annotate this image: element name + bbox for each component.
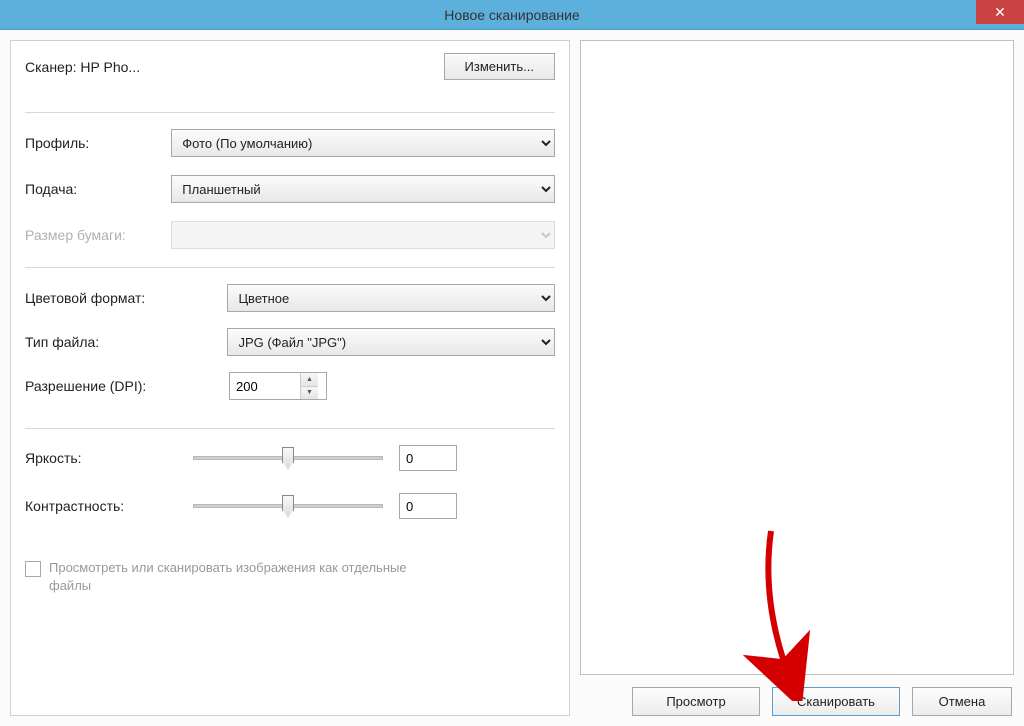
color-format-select[interactable]: Цветное xyxy=(227,284,555,312)
change-scanner-button[interactable]: Изменить... xyxy=(444,53,555,80)
paper-size-select xyxy=(171,221,555,249)
paper-size-label: Размер бумаги: xyxy=(25,227,171,243)
separate-files-checkbox[interactable] xyxy=(25,561,41,577)
profile-label: Профиль: xyxy=(25,135,171,151)
settings-pane: Сканер: HP Pho... Изменить... Профиль: Ф… xyxy=(10,40,570,716)
color-format-label: Цветовой формат: xyxy=(25,290,227,306)
source-label: Подача: xyxy=(25,181,171,197)
annotation-arrow-icon xyxy=(741,521,821,701)
paper-size-row: Размер бумаги: xyxy=(25,221,555,249)
divider xyxy=(25,267,555,268)
brightness-slider[interactable] xyxy=(193,456,383,460)
right-pane: Просмотр Сканировать Отмена xyxy=(580,40,1014,716)
resolution-row: Разрешение (DPI): ▲ ▼ xyxy=(25,372,555,400)
contrast-input[interactable] xyxy=(399,493,457,519)
brightness-input[interactable] xyxy=(399,445,457,471)
scanner-label: Сканер: HP Pho... xyxy=(25,59,140,75)
separate-files-label: Просмотреть или сканировать изображения … xyxy=(49,559,449,595)
scan-button[interactable]: Сканировать xyxy=(772,687,900,716)
file-type-select[interactable]: JPG (Файл "JPG") xyxy=(227,328,555,356)
titlebar: Новое сканирование ✕ xyxy=(0,0,1024,30)
color-format-row: Цветовой формат: Цветное xyxy=(25,284,555,312)
divider xyxy=(25,112,555,113)
source-select[interactable]: Планшетный xyxy=(171,175,555,203)
file-type-row: Тип файла: JPG (Файл "JPG") xyxy=(25,328,555,356)
contrast-slider[interactable] xyxy=(193,504,383,508)
slider-thumb[interactable] xyxy=(282,495,294,517)
slider-thumb[interactable] xyxy=(282,447,294,469)
separate-files-row: Просмотреть или сканировать изображения … xyxy=(25,559,555,595)
resolution-input[interactable] xyxy=(230,373,300,399)
close-icon: ✕ xyxy=(994,4,1006,21)
action-buttons: Просмотр Сканировать Отмена xyxy=(580,687,1014,716)
brightness-row: Яркость: xyxy=(25,445,555,471)
profile-row: Профиль: Фото (По умолчанию) xyxy=(25,129,555,157)
resolution-label: Разрешение (DPI): xyxy=(25,378,229,394)
resolution-spinner[interactable]: ▲ ▼ xyxy=(229,372,327,400)
spinner-down-icon[interactable]: ▼ xyxy=(301,387,318,400)
preview-area xyxy=(580,40,1014,675)
window-body: Сканер: HP Pho... Изменить... Профиль: Ф… xyxy=(0,30,1024,726)
divider xyxy=(25,428,555,429)
profile-select[interactable]: Фото (По умолчанию) xyxy=(171,129,555,157)
window-title: Новое сканирование xyxy=(444,7,579,23)
contrast-row: Контрастность: xyxy=(25,493,555,519)
close-button[interactable]: ✕ xyxy=(976,0,1024,24)
source-row: Подача: Планшетный xyxy=(25,175,555,203)
spinner-up-icon[interactable]: ▲ xyxy=(301,373,318,387)
preview-button[interactable]: Просмотр xyxy=(632,687,760,716)
file-type-label: Тип файла: xyxy=(25,334,227,350)
brightness-label: Яркость: xyxy=(25,450,193,466)
cancel-button[interactable]: Отмена xyxy=(912,687,1012,716)
scanner-row: Сканер: HP Pho... Изменить... xyxy=(25,53,555,80)
contrast-label: Контрастность: xyxy=(25,498,193,514)
